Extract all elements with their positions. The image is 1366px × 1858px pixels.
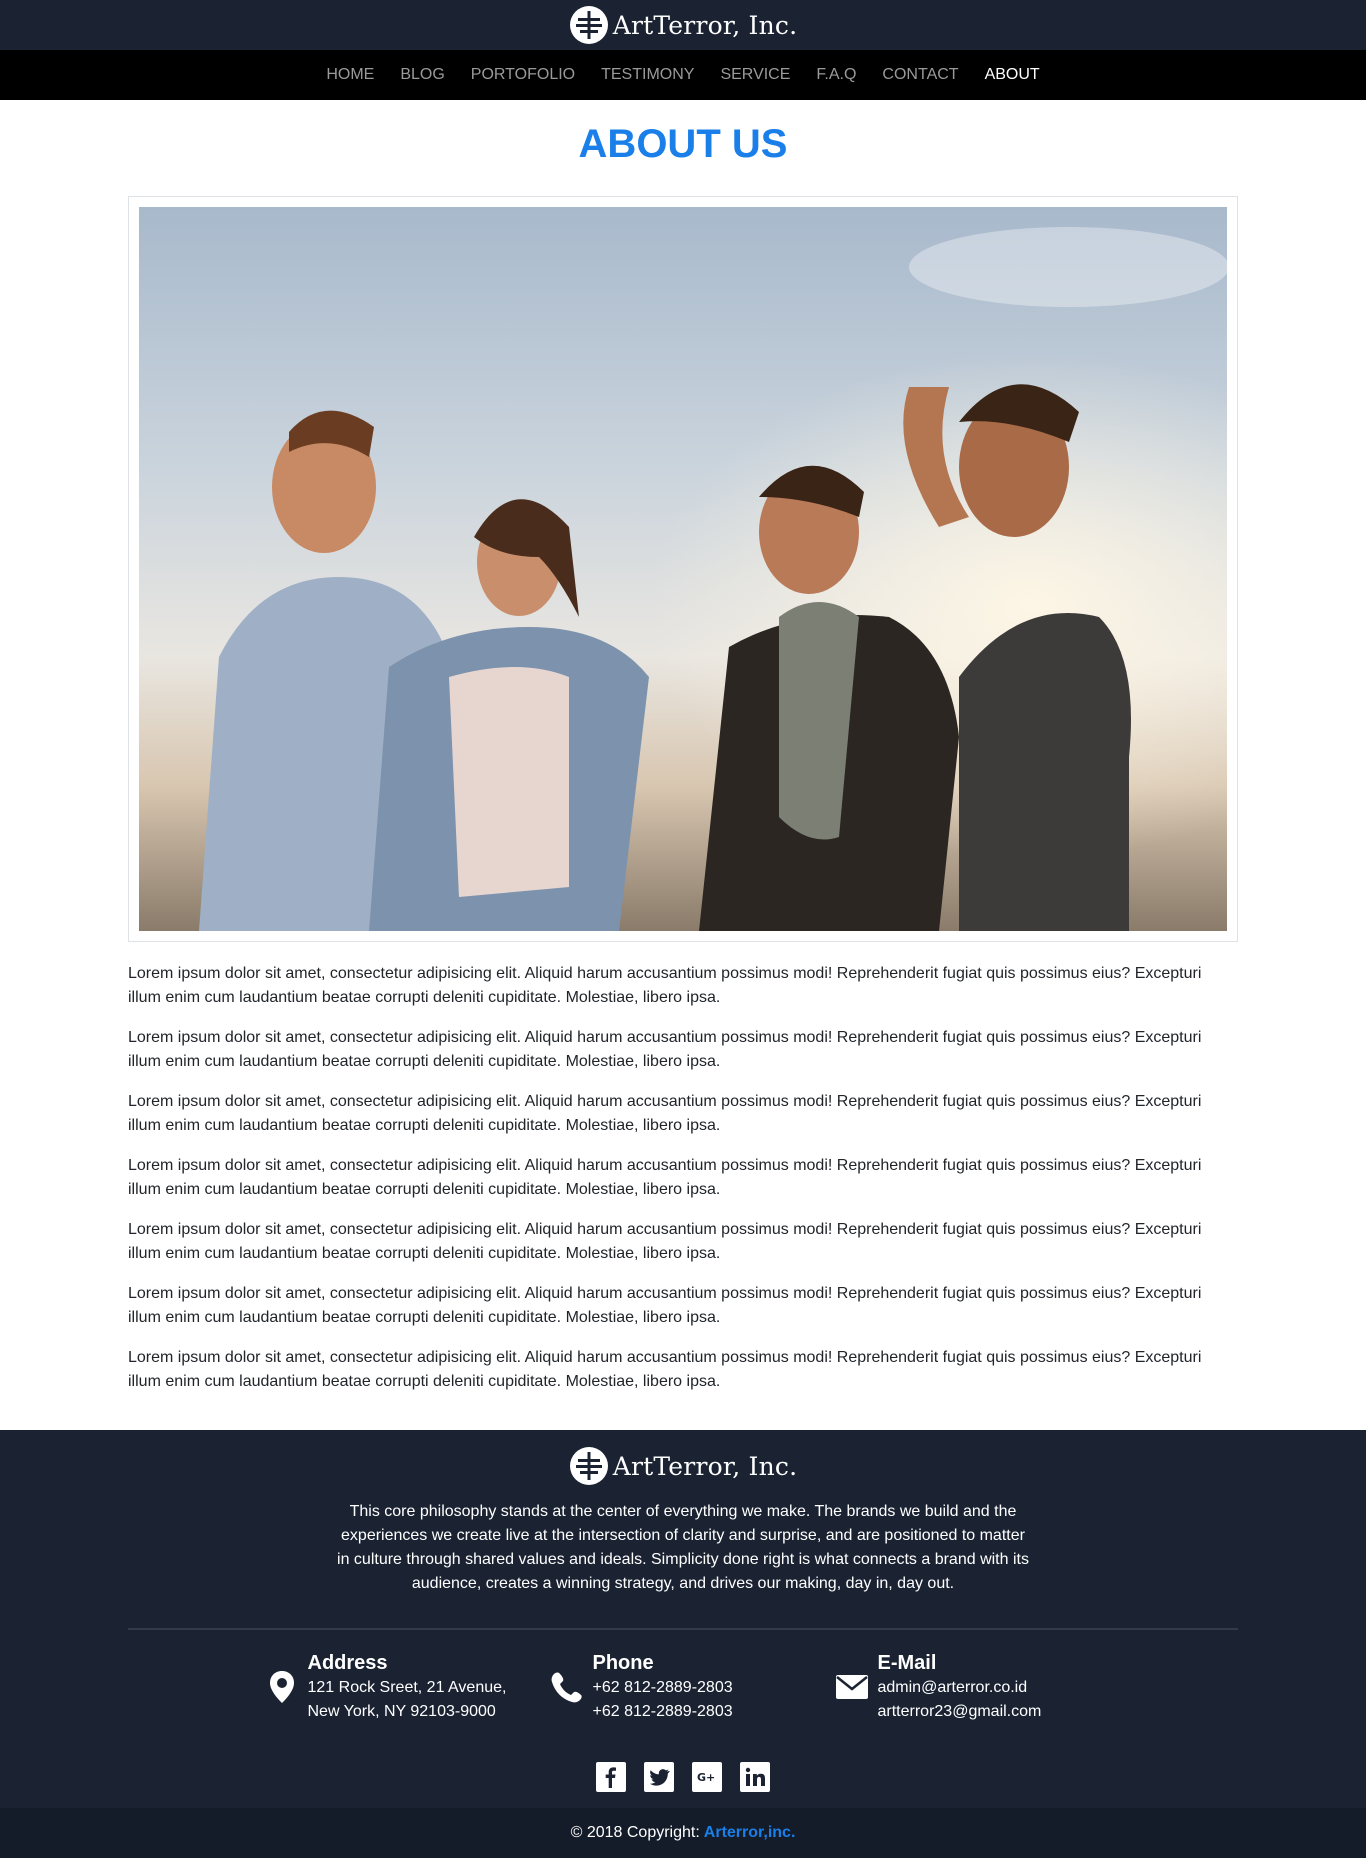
nav-item-contact[interactable]: CONTACT [869, 66, 971, 84]
contact-line: admin@arterror.co.id [877, 1679, 1028, 1696]
map-pin-icon [256, 1671, 308, 1703]
copyright-bar: © 2018 Copyright: Arterror,inc. [0, 1808, 1366, 1858]
footer-contacts: Address 121 Rock Sreet, 21 Avenue, New Yor… [128, 1650, 1238, 1724]
contact-title: Phone [592, 1652, 654, 1674]
about-paragraph: Lorem ipsum dolor sit amet, consectetur … [128, 1029, 1202, 1070]
nav-item-home[interactable]: HOME [313, 66, 387, 84]
footer-divider [128, 1628, 1238, 1630]
nav-list: HOME BLOG PORTOFOLIO TESTIMONY SERVICE F.A.Q C… [313, 66, 1052, 84]
team-photo [139, 207, 1227, 931]
contact-line: +62 812-2889-2803 [592, 1703, 733, 1720]
about-image-frame [128, 196, 1238, 942]
contact-line: +62 812-2889-2803 [592, 1679, 733, 1696]
contact-body: E-Mail admin@arterror.co.id artterror23@gm… [878, 1650, 1042, 1724]
brand-logo-link[interactable]: ArtTerror, Inc. [569, 5, 798, 45]
contact-e-mail: E-Mail admin@arterror.co.id artterror23@gm… [826, 1650, 1111, 1724]
nav-item-f-a-q[interactable]: F.A.Q [803, 66, 869, 84]
contact-line: New York, NY 92103-9000 [307, 1703, 496, 1720]
about-paragraphs: Lorem ipsum dolor sit amet, consectetur … [128, 962, 1238, 1394]
about-main: ABOUT US Lorem ipsum dolor sit amet, con… [128, 100, 1238, 1430]
brand-name: ArtTerror, Inc. [612, 10, 798, 40]
main-nav: HOME BLOG PORTOFOLIO TESTIMONY SERVICE F.A.Q C… [0, 50, 1366, 100]
contact-line: 121 Rock Sreet, 21 Avenue, [307, 1679, 507, 1696]
contact-address: Address 121 Rock Sreet, 21 Avenue, New Yor… [256, 1650, 541, 1724]
site-footer: ArtTerror, Inc. This core philosophy sta… [0, 1430, 1366, 1858]
footer-brand-name: ArtTerror, Inc. [612, 1451, 798, 1481]
contact-title: E-Mail [877, 1652, 937, 1674]
about-paragraph: Lorem ipsum dolor sit amet, consectetur … [128, 965, 1202, 1006]
svg-text:G+: G+ [697, 1771, 715, 1784]
about-paragraph: Lorem ipsum dolor sit amet, consectetur … [128, 1157, 1202, 1198]
linkedin-icon[interactable] [740, 1762, 770, 1792]
twitter-icon[interactable] [644, 1762, 674, 1792]
page-title: ABOUT US [578, 122, 788, 166]
google-plus-icon[interactable]: G+ [692, 1762, 722, 1792]
about-paragraph: Lorem ipsum dolor sit amet, consectetur … [128, 1349, 1202, 1390]
about-paragraph: Lorem ipsum dolor sit amet, consectetur … [128, 1221, 1202, 1262]
footer-description: This core philosophy stands at the cente… [337, 1503, 1029, 1592]
contact-body: Address 121 Rock Sreet, 21 Avenue, New Yor… [308, 1650, 507, 1724]
nav-item-testimony[interactable]: TESTIMONY [588, 66, 707, 84]
contact-body: Phone +62 812-2889-2803 +62 812-2889-2803 [593, 1650, 733, 1724]
about-paragraph: Lorem ipsum dolor sit amet, consectetur … [128, 1093, 1202, 1134]
artterror-logo-icon [569, 1447, 608, 1485]
contact-title: Address [307, 1652, 388, 1674]
about-paragraph: Lorem ipsum dolor sit amet, consectetur … [128, 1285, 1202, 1326]
phone-icon [541, 1671, 593, 1703]
artterror-logo-icon [569, 6, 608, 44]
nav-item-service[interactable]: SERVICE [707, 66, 803, 84]
footer-inner: ArtTerror, Inc. This core philosophy sta… [128, 1430, 1238, 1808]
copyright-link[interactable]: Arterror,inc. [704, 1824, 796, 1842]
envelope-icon [826, 1675, 878, 1699]
contact-line: artterror23@gmail.com [877, 1703, 1042, 1720]
nav-item-about[interactable]: ABOUT [972, 66, 1053, 84]
header-brand-bar: ArtTerror, Inc. [0, 0, 1366, 50]
social-links: G+ [128, 1762, 1238, 1808]
contact-phone: Phone +62 812-2889-2803 +62 812-2889-2803 [541, 1650, 826, 1724]
facebook-icon[interactable] [596, 1762, 626, 1792]
copyright-text: © 2018 Copyright: [570, 1824, 700, 1841]
footer-brand[interactable]: ArtTerror, Inc. [128, 1444, 1238, 1488]
nav-item-portofolio[interactable]: PORTOFOLIO [458, 66, 588, 84]
nav-item-blog[interactable]: BLOG [387, 66, 457, 84]
